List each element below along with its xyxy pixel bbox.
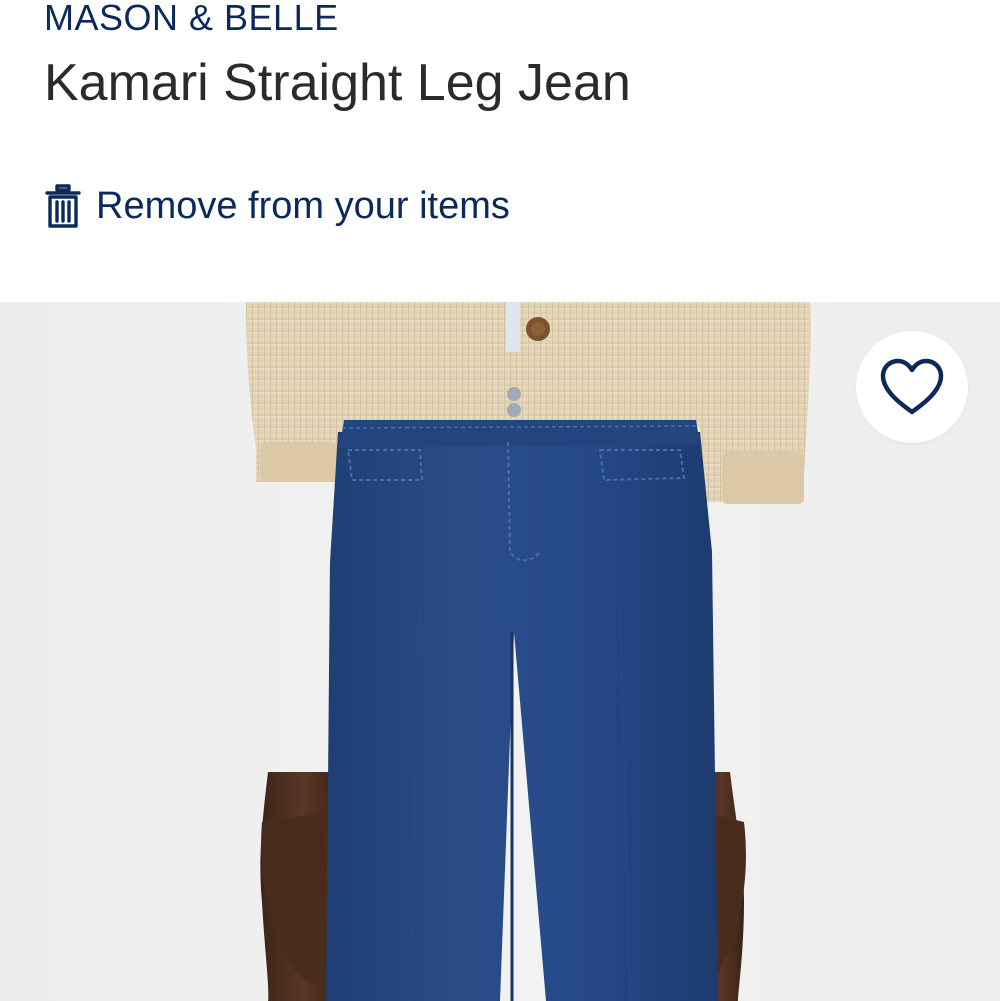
brand-name[interactable]: MASON & BELLE <box>44 0 339 40</box>
product-image[interactable] <box>0 302 1000 1001</box>
remove-from-items-label: Remove from your items <box>96 185 510 227</box>
product-header: MASON & BELLE Kamari Straight Leg Jean R… <box>0 0 1000 302</box>
product-photo-illustration <box>0 302 1000 1001</box>
product-detail-page: MASON & BELLE Kamari Straight Leg Jean R… <box>0 0 1000 1001</box>
remove-from-items-button[interactable]: Remove from your items <box>44 180 510 232</box>
favorite-button[interactable] <box>856 331 968 443</box>
heart-icon <box>880 358 944 415</box>
product-title: Kamari Straight Leg Jean <box>44 54 631 112</box>
trash-icon <box>44 184 82 228</box>
